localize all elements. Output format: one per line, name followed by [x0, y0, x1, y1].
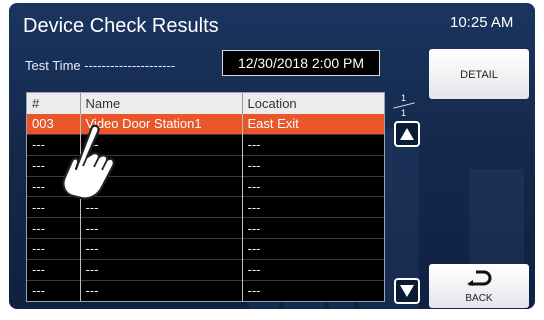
cell-location: --- — [242, 196, 384, 218]
table-row[interactable]: --------- — [27, 217, 384, 239]
table-row[interactable]: --------- — [27, 258, 384, 281]
test-time-label: Test Time --------------------- — [25, 58, 176, 73]
cell-name: --- — [80, 217, 243, 239]
test-time-value: 12/30/2018 2:00 PM — [222, 50, 380, 76]
column-header-name: Name — [80, 93, 243, 114]
table-row[interactable]: --------- — [27, 238, 384, 260]
return-arrow-icon — [467, 270, 492, 286]
table-row[interactable]: --------- — [27, 279, 384, 301]
scroll-down-button[interactable] — [394, 278, 420, 304]
cell-location: --- — [242, 238, 384, 260]
cell-location: --- — [242, 175, 384, 197]
page-total: 1 — [401, 108, 407, 118]
device-check-results-screen: Device Check Results 10:25 AM Test Time … — [9, 3, 535, 309]
cell-location: --- — [242, 258, 384, 281]
back-button-label: BACK — [465, 293, 493, 304]
cell-number: --- — [27, 238, 81, 260]
triangle-down-icon — [400, 285, 414, 297]
back-button[interactable]: BACK — [429, 264, 529, 308]
column-header-number: # — [27, 93, 81, 114]
clock: 10:25 AM — [450, 14, 514, 31]
cell-number: --- — [27, 279, 81, 301]
cell-name: --- — [80, 279, 243, 301]
detail-button[interactable]: DETAIL — [429, 49, 529, 99]
cell-name: --- — [80, 258, 243, 281]
cell-location: --- — [242, 279, 384, 301]
page-indicator: 1 1 — [389, 93, 419, 123]
cell-number: --- — [27, 217, 81, 239]
table-header-row: # Name Location — [27, 93, 384, 114]
page-title: Device Check Results — [23, 15, 219, 37]
pointing-hand-icon — [62, 124, 115, 200]
cell-number: --- — [27, 258, 81, 281]
column-header-location: Location — [242, 93, 384, 114]
page-current: 1 — [401, 93, 407, 103]
cell-name: --- — [80, 238, 243, 260]
triangle-up-icon — [400, 128, 414, 140]
cell-location: East Exit — [242, 113, 384, 135]
detail-button-label: DETAIL — [460, 69, 498, 81]
cell-location: --- — [242, 134, 384, 156]
scroll-up-button[interactable] — [394, 121, 420, 147]
cell-location: --- — [242, 217, 384, 239]
cell-location: --- — [242, 154, 384, 177]
